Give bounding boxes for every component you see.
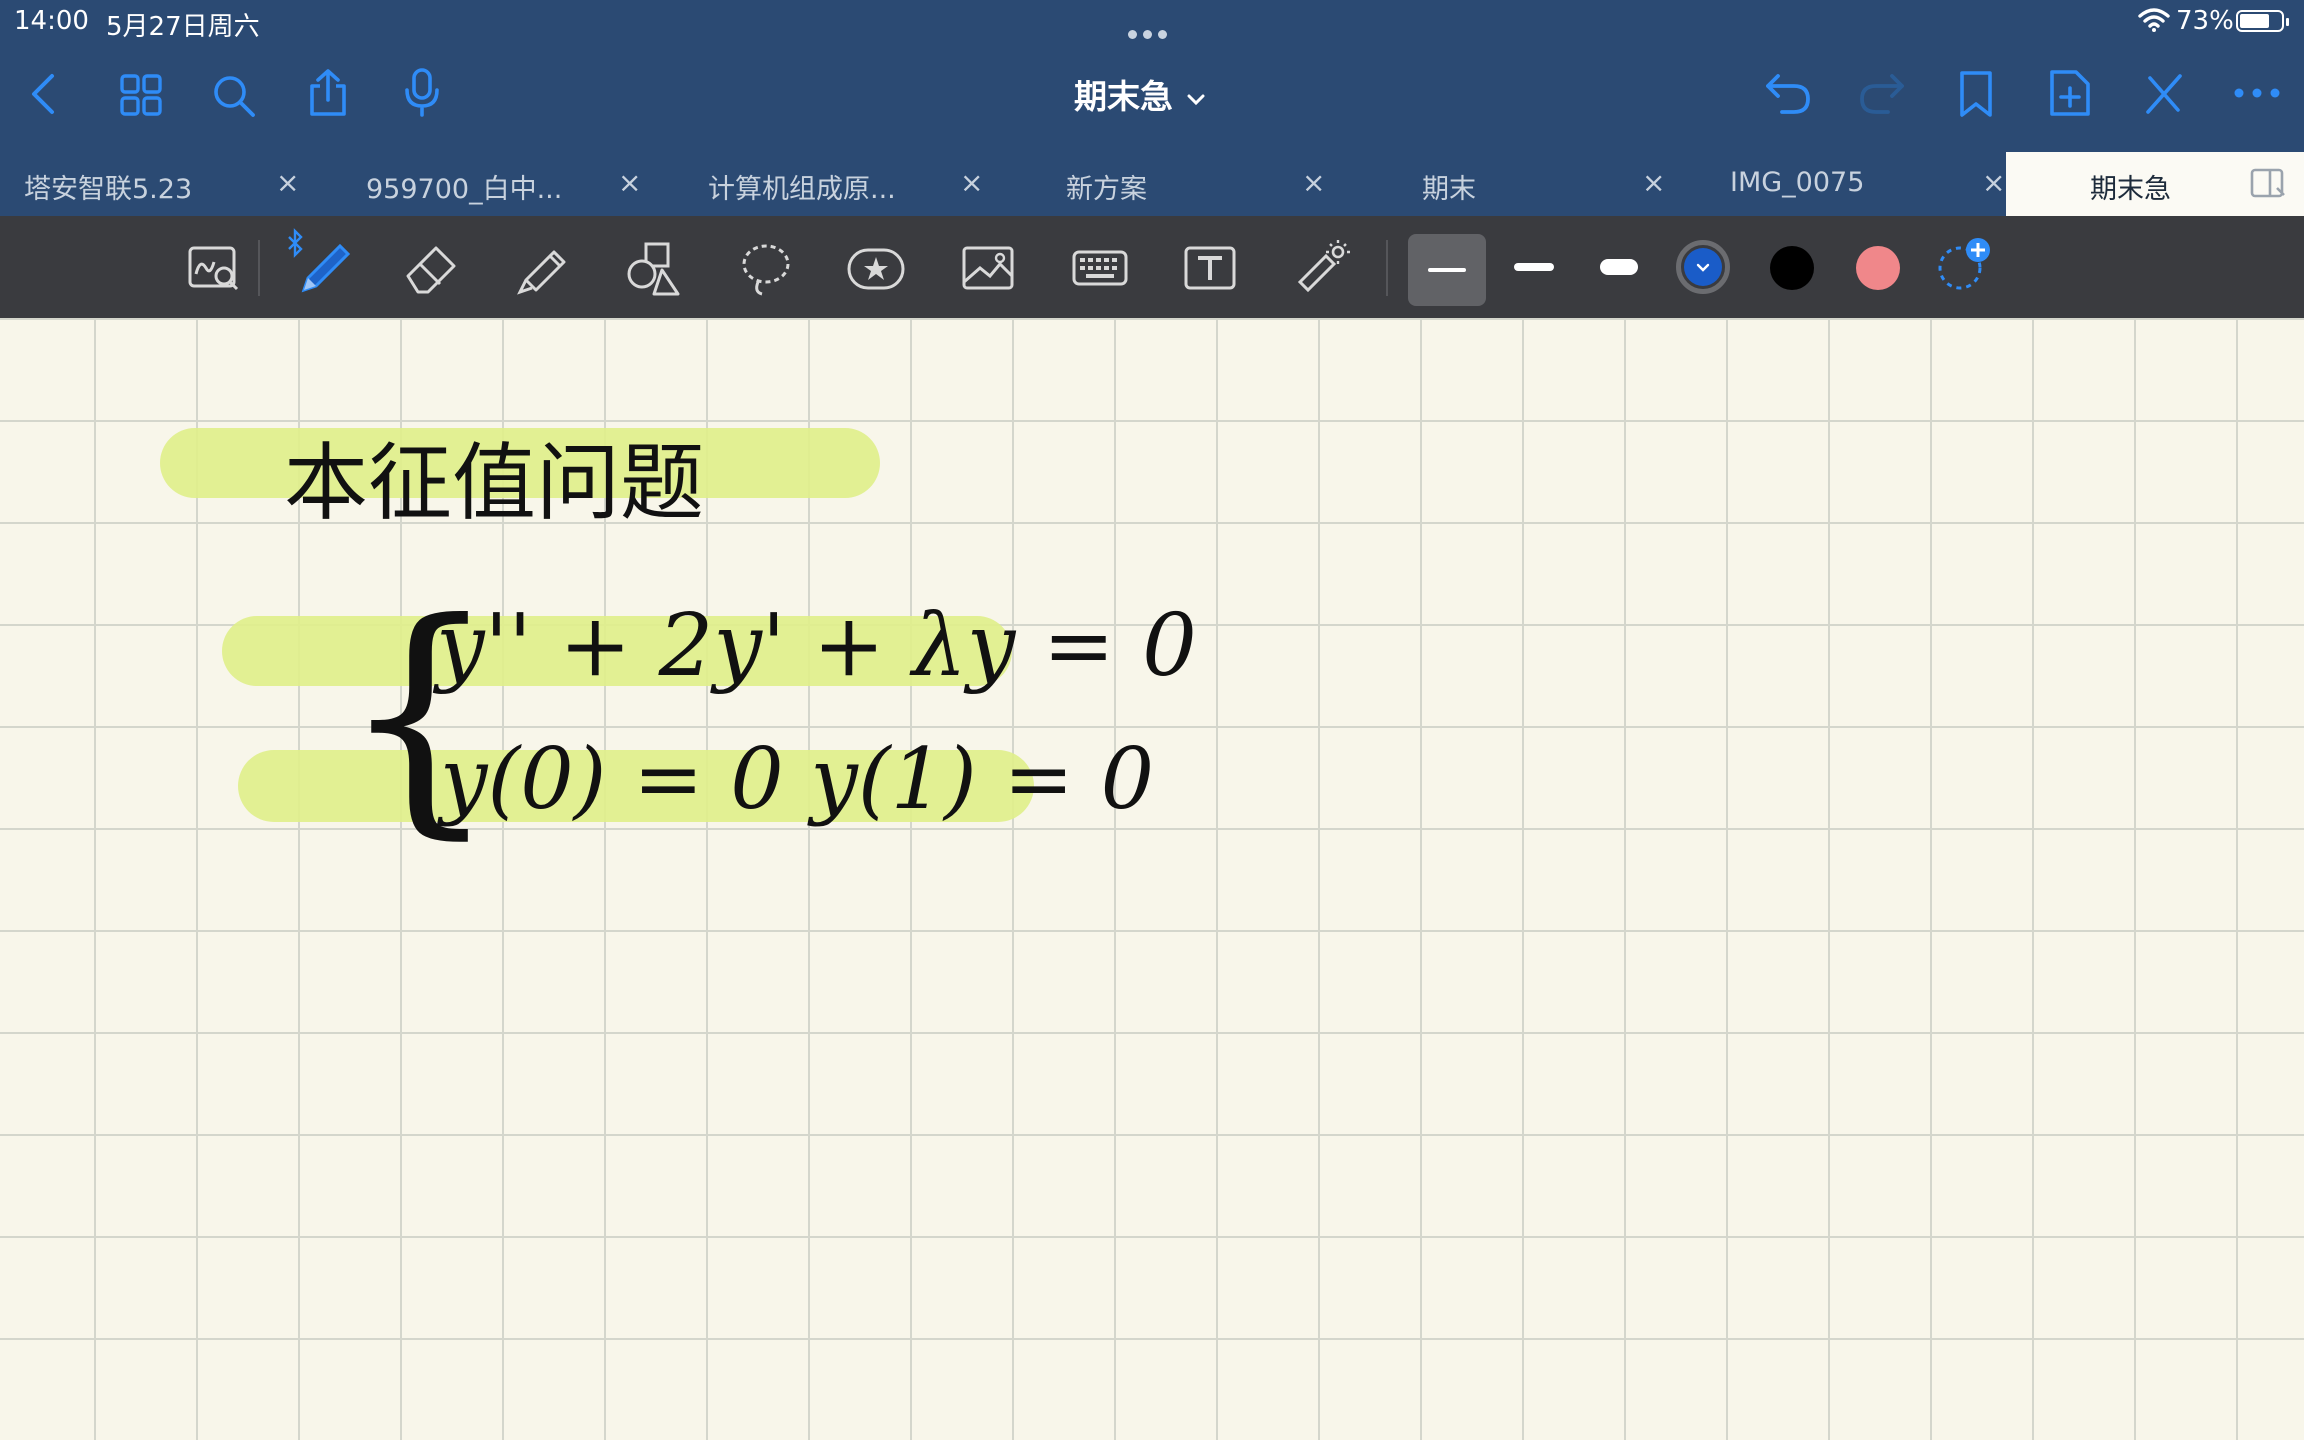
- equation-line-1: y'' + 2y' + λy = 0: [436, 596, 1197, 696]
- tab-close-icon[interactable]: ×: [276, 166, 299, 199]
- search-icon[interactable]: [212, 74, 256, 118]
- black-color-swatch[interactable]: [1770, 246, 1814, 290]
- pink-color-swatch[interactable]: [1856, 246, 1900, 290]
- color-swatch-selected[interactable]: [1676, 240, 1730, 294]
- multitasking-dots-icon[interactable]: [1128, 16, 1173, 46]
- bookmark-icon[interactable]: [1958, 70, 1994, 118]
- document-title[interactable]: 期末急: [1074, 70, 1205, 118]
- medium-stroke-button[interactable]: [1514, 263, 1554, 271]
- toolbar-divider: [258, 240, 260, 296]
- stroke-thin-button[interactable]: [1408, 234, 1486, 306]
- add-color-icon[interactable]: [1934, 236, 1994, 296]
- tab-item[interactable]: 959700_白中... ×: [342, 152, 682, 216]
- tab-close-icon[interactable]: ×: [618, 166, 641, 199]
- status-bar: 14:00 5月27日周六 73%: [0, 0, 2304, 42]
- add-page-icon[interactable]: [2048, 68, 2092, 118]
- chevron-down-icon: [1187, 75, 1205, 114]
- top-bar: 14:00 5月27日周六 73% 期末急: [0, 0, 2304, 152]
- tab-label: 塔安智联5.23: [24, 174, 193, 205]
- keyboard-icon[interactable]: [1070, 238, 1130, 298]
- drawing-toolbar: [0, 216, 2304, 318]
- text-box-icon[interactable]: [1180, 238, 1240, 298]
- laser-pointer-icon[interactable]: [1292, 238, 1352, 298]
- tab-label: 959700_白中...: [366, 174, 563, 205]
- tab-item[interactable]: 期末 ×: [1398, 152, 1738, 216]
- tab-bar: 塔安智联5.23 × 959700_白中... × 计算机组成原... × 新方…: [0, 152, 2304, 216]
- share-icon[interactable]: [306, 68, 350, 118]
- battery-icon: [2236, 10, 2289, 32]
- document-title-text: 期末急: [1074, 77, 1173, 116]
- back-icon[interactable]: [28, 72, 58, 116]
- tab-label: 期末急: [2090, 174, 2171, 205]
- status-time: 14:00: [14, 6, 89, 36]
- pen-icon[interactable]: [294, 238, 354, 298]
- tab-item[interactable]: IMG_0075 ×: [1706, 152, 2006, 216]
- tab-close-icon[interactable]: ×: [1302, 166, 1325, 199]
- image-icon[interactable]: [958, 238, 1018, 298]
- tab-label: 期末: [1422, 174, 1476, 205]
- highlighter-icon[interactable]: [512, 238, 572, 298]
- tab-close-icon[interactable]: ×: [960, 166, 983, 199]
- elements-star-icon[interactable]: [846, 238, 906, 298]
- note-heading: 本征值问题: [284, 434, 705, 532]
- tab-close-icon[interactable]: ×: [1982, 166, 2005, 199]
- redo-icon[interactable]: [1858, 72, 1906, 116]
- zoom-window-icon[interactable]: [184, 238, 244, 298]
- toolbar-divider: [1386, 240, 1388, 296]
- lasso-icon[interactable]: [736, 238, 796, 298]
- status-date: 5月27日周六: [106, 12, 260, 42]
- battery-percent: 73%: [2176, 6, 2234, 36]
- wifi-icon: [2138, 8, 2170, 39]
- more-options-icon[interactable]: [2234, 88, 2280, 98]
- split-view-icon[interactable]: [2250, 168, 2286, 200]
- microphone-icon[interactable]: [402, 68, 442, 118]
- shapes-icon[interactable]: [622, 238, 682, 298]
- tab-label: IMG_0075: [1730, 167, 1865, 198]
- thick-stroke-button[interactable]: [1600, 259, 1638, 275]
- tab-item[interactable]: 新方案 ×: [1042, 152, 1382, 216]
- thin-stroke-icon: [1428, 268, 1466, 272]
- tab-close-icon[interactable]: ×: [1642, 166, 1665, 199]
- tab-item-active[interactable]: 期末急: [2006, 152, 2304, 216]
- undo-icon[interactable]: [1764, 72, 1812, 116]
- equation-line-2: y(0) = 0 y(1) = 0: [440, 730, 1155, 828]
- tab-item[interactable]: 计算机组成原... ×: [684, 152, 1024, 216]
- tab-item[interactable]: 塔安智联5.23 ×: [0, 152, 340, 216]
- pen-tools-close-icon[interactable]: [2144, 72, 2184, 116]
- tab-label: 新方案: [1066, 174, 1147, 205]
- note-canvas[interactable]: 本征值问题 { y'' + 2y' + λy = 0 y(0) = 0 y(1)…: [0, 318, 2304, 1440]
- grid-view-icon[interactable]: [120, 74, 162, 116]
- eraser-icon[interactable]: [400, 238, 460, 298]
- tab-label: 计算机组成原...: [708, 174, 896, 205]
